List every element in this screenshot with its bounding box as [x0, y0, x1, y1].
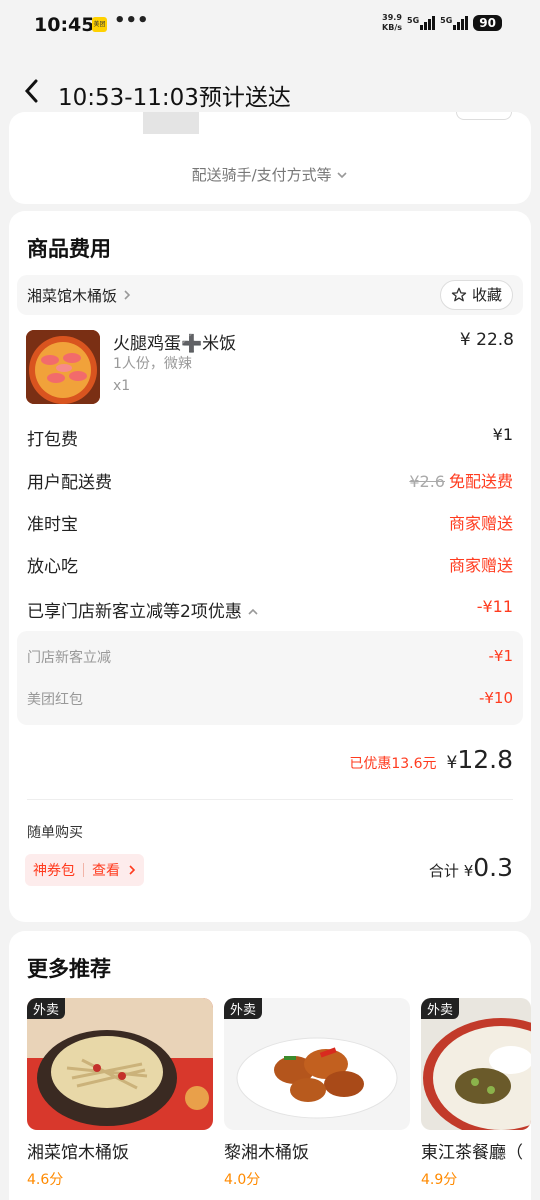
- signal-icon: 5G: [440, 16, 469, 30]
- recommend-name: 東江茶餐廳（: [421, 1143, 523, 1163]
- discount-row: 门店新客立减 -¥1: [27, 647, 513, 666]
- recommend-score: 4.6分: [27, 1172, 64, 1188]
- signal-icon: 5G: [407, 16, 436, 30]
- app-notification-icon: 美团: [92, 17, 107, 32]
- status-indicators: 39.9 KB/s 5G 5G 90: [382, 13, 502, 33]
- recommend-item[interactable]: 外卖 東江茶餐廳（ 4.9分: [421, 998, 531, 1189]
- more-notifications-icon: •••: [114, 10, 149, 31]
- chevron-right-icon: [129, 865, 136, 875]
- masked-text: [143, 112, 199, 134]
- battery-icon: 90: [473, 15, 502, 31]
- chevron-up-icon: [248, 608, 258, 615]
- fee-row-ontime: 准时宝 商家赠送: [27, 510, 513, 535]
- recommend-image: 外卖: [224, 998, 410, 1130]
- chevron-left-icon: [24, 79, 38, 103]
- addon-sum: 合计 ¥0.3: [428, 853, 513, 882]
- fee-row-delivery: 用户配送费 ¥2.6 免配送费: [27, 472, 513, 493]
- status-time: 10:45: [34, 14, 95, 36]
- recommend-name: 黎湘木桶饭: [224, 1143, 309, 1163]
- discount-total: -¥11: [476, 597, 513, 616]
- takeaway-tag: 外卖: [27, 998, 66, 1019]
- fee-row-packing: 打包费 ¥1: [27, 425, 513, 450]
- recommend-item[interactable]: 外卖 黎湘木桶饭 4.0分: [224, 998, 410, 1189]
- fee-value: 免配送费: [448, 472, 513, 491]
- takeaway-tag: 外卖: [421, 998, 460, 1019]
- order-total: 已优惠13.6元 ¥12.8: [349, 745, 513, 774]
- net-speed: 39.9 KB/s: [382, 13, 403, 32]
- status-bar: 10:45 美团 ••• 39.9 KB/s 5G 5G 90: [0, 0, 540, 48]
- takeaway-tag: 外卖: [224, 998, 263, 1019]
- chevron-down-icon: [337, 172, 347, 179]
- rider-payment-toggle[interactable]: 配送骑手/支付方式等: [9, 164, 531, 185]
- recommend-image: 外卖: [421, 998, 531, 1130]
- food-name: 火腿鸡蛋➕米饭: [113, 334, 237, 354]
- recommend-image: 外卖: [27, 998, 213, 1130]
- food-price: ¥ 22.8: [459, 330, 514, 350]
- discount-summary-toggle[interactable]: 已享门店新客立减等2项优惠 -¥11: [27, 597, 513, 622]
- saved-amount: 已优惠13.6元: [349, 756, 437, 772]
- coupon-pack-button[interactable]: 神券包 查看: [25, 854, 144, 886]
- discount-row: 美团红包 -¥10: [27, 689, 513, 708]
- addon-sum-value: 0.3: [473, 853, 513, 882]
- chevron-right-icon: [124, 290, 130, 300]
- store-name-link[interactable]: 湘菜馆木桶饭: [27, 285, 132, 306]
- goods-fee-card: 商品费用 湘菜馆木桶饭 收藏 火腿鸡蛋➕米饭 1人份，微辣 x1 ¥ 22.8 …: [9, 211, 531, 922]
- food-quantity: x1: [113, 378, 131, 394]
- partial-button: [456, 112, 512, 120]
- original-delivery-fee: ¥2.6: [409, 472, 445, 491]
- recommend-card: 更多推荐 外卖 湘菜馆木桶饭 4.6分 外卖 黎湘木桶饭 4.0分 外卖 東江茶…: [9, 931, 531, 1200]
- fee-row-safe: 放心吃 商家赠送: [27, 552, 513, 577]
- recommend-score: 4.0分: [224, 1172, 261, 1188]
- star-icon: [452, 287, 467, 302]
- section-title: 商品费用: [27, 237, 111, 261]
- addon-label: 随单购买: [27, 825, 83, 841]
- page-title: 10:53-11:03预计送达: [58, 85, 291, 111]
- recommend-item[interactable]: 外卖 湘菜馆木桶饭 4.6分: [27, 998, 213, 1189]
- fee-value: ¥1: [492, 425, 513, 444]
- fee-value: 商家赠送: [448, 514, 513, 533]
- fee-value: 商家赠送: [448, 556, 513, 575]
- delivery-info-card: 配送骑手/支付方式等: [9, 112, 531, 204]
- divider: [27, 799, 513, 800]
- section-title: 更多推荐: [27, 957, 111, 981]
- page-header: 10:53-11:03预计送达: [0, 70, 540, 116]
- recommend-name: 湘菜馆木桶饭: [27, 1143, 129, 1163]
- store-bar[interactable]: 湘菜馆木桶饭 收藏: [17, 275, 523, 315]
- food-spec: 1人份，微辣: [113, 356, 192, 372]
- total-amount: 12.8: [457, 745, 513, 774]
- food-image: [26, 330, 100, 404]
- discount-detail-list: 门店新客立减 -¥1 美团红包 -¥10: [17, 631, 523, 725]
- recommend-score: 4.9分: [421, 1172, 458, 1188]
- favorite-button[interactable]: 收藏: [440, 280, 513, 310]
- back-button[interactable]: [22, 78, 40, 111]
